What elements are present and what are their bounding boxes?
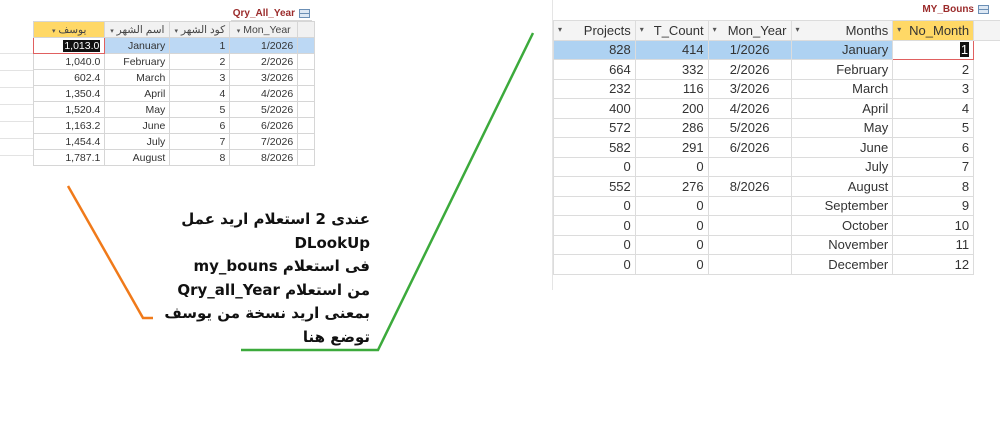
annotation-line: DLookUp bbox=[294, 233, 370, 252]
annotation-line: توضع هنا bbox=[302, 327, 370, 346]
annotation-line: عندى 2 استعلام اريد عمل bbox=[181, 210, 370, 228]
annotation-line: من استعلام Qry_all_Year bbox=[177, 280, 370, 299]
annotation-line: بمعنى اريد نسخة من يوسف bbox=[164, 304, 370, 322]
annotation-line: فى استعلام my_bouns bbox=[193, 257, 370, 275]
orange-connector-line bbox=[66, 185, 153, 320]
annotation-note: عندى 2 استعلام اريد عمل DLookUp فى استعل… bbox=[150, 208, 370, 349]
